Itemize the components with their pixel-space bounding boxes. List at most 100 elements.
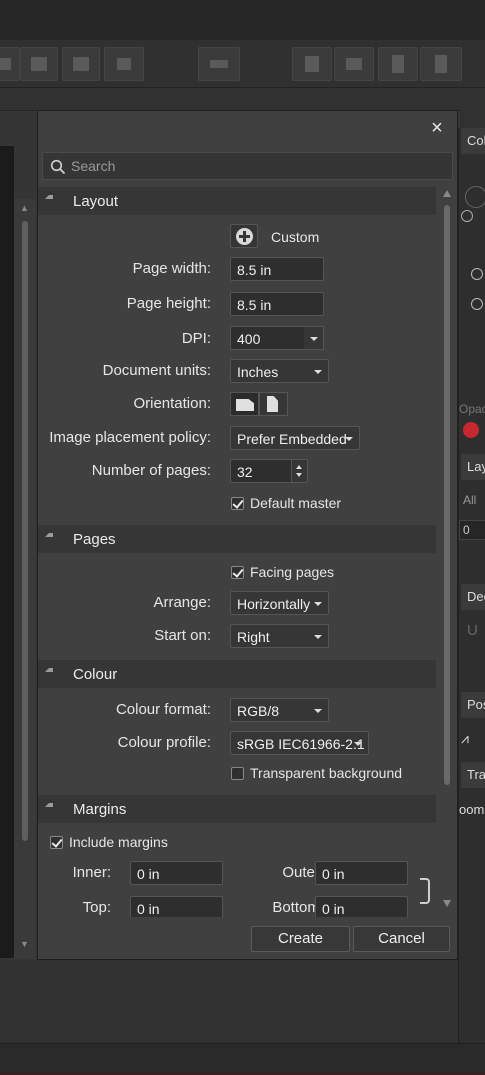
search-box[interactable] (42, 152, 453, 180)
default-master-checkbox[interactable] (231, 497, 244, 510)
toolbar-button[interactable] (104, 47, 144, 81)
chevron-down-icon (314, 602, 322, 606)
colour-format-select[interactable]: RGB/8 (230, 698, 329, 722)
default-master-label: Default master (250, 495, 342, 511)
landscape-page-icon (236, 399, 254, 411)
collapse-triangle-icon[interactable] (45, 533, 53, 537)
number-of-pages-field[interactable]: 32 (230, 459, 292, 483)
flip-vertical-button[interactable] (334, 47, 374, 81)
link-margins-icon[interactable] (420, 878, 430, 904)
opacity-field[interactable]: 0 (459, 520, 485, 540)
opacity-label: Opac (459, 402, 485, 416)
inner-margin-field[interactable]: 0 in (130, 861, 223, 885)
document-canvas[interactable] (0, 146, 14, 958)
section-title: Margins (73, 801, 127, 818)
colour-profile-value: sRGB IEC61966-2.1 (237, 736, 365, 752)
main-toolbar (0, 40, 485, 88)
search-input[interactable] (71, 156, 441, 176)
section-title: Layout (73, 193, 119, 210)
radio-button[interactable] (471, 268, 483, 280)
plus-icon (236, 228, 253, 245)
colour-wheel-icon[interactable] (465, 186, 485, 208)
scroll-down-icon[interactable] (443, 900, 451, 907)
scroll-up-icon[interactable] (443, 190, 451, 197)
arrange-label: Arrange: (153, 594, 211, 611)
toolbar-button[interactable] (0, 47, 20, 81)
collapse-triangle-icon[interactable] (45, 195, 53, 199)
inner-margin-label: Inner: (72, 864, 111, 881)
arrange-value: Horizontally (237, 596, 311, 612)
colour-swatch[interactable] (463, 422, 479, 438)
number-of-pages-label: Number of pages: (91, 462, 211, 479)
underline-label[interactable]: U (467, 622, 478, 639)
orientation-portrait-button[interactable] (259, 392, 288, 416)
chevron-up-icon[interactable] (296, 465, 302, 469)
chevron-down-icon (314, 370, 322, 374)
transparent-background-label: Transparent background (250, 765, 403, 781)
colour-profile-select[interactable]: sRGB IEC61966-2.1 (230, 731, 369, 755)
tab-colour[interactable]: Col (461, 128, 485, 154)
scroll-up-icon[interactable]: ▲ (20, 203, 29, 213)
add-preset-button[interactable] (230, 224, 258, 248)
arrange-select[interactable]: Horizontally (230, 591, 329, 615)
collapse-triangle-icon[interactable] (45, 803, 53, 807)
start-on-select[interactable]: Right (230, 624, 329, 648)
section-pages-header[interactable]: Pages (38, 525, 436, 553)
toolbar-button[interactable] (20, 47, 58, 81)
toolbar-button[interactable] (62, 47, 100, 81)
top-margin-field[interactable]: 0 in (130, 896, 223, 917)
toolbar-button[interactable] (420, 47, 462, 81)
section-title: Colour (73, 666, 118, 683)
scroll-thumb[interactable] (22, 221, 28, 841)
page-width-field[interactable]: 8.5 in (230, 257, 324, 281)
colour-profile-label: Colour profile: (117, 734, 211, 751)
section-layout-header[interactable]: Layout (38, 187, 436, 215)
image-placement-label: Image placement policy: (49, 429, 211, 446)
page-height-field[interactable]: 8.5 in (230, 292, 324, 316)
top-margin-label: Top: (82, 899, 111, 916)
transform-icon[interactable]: ⩘ (461, 730, 469, 747)
dpi-dropdown-button[interactable] (304, 326, 324, 350)
section-colour-header[interactable]: Colour (38, 660, 436, 688)
orientation-landscape-button[interactable] (230, 392, 259, 416)
dpi-label: DPI: (181, 330, 211, 347)
studio-panel: Col Opac Lay All 0 Dec U Pos ⩘ Tra oom (458, 128, 485, 1043)
chevron-down-icon (354, 742, 362, 746)
portrait-page-icon (267, 396, 278, 412)
cancel-button[interactable]: Cancel (353, 926, 450, 952)
image-placement-select[interactable]: Prefer Embedded (230, 426, 360, 450)
tab-position[interactable]: Pos (461, 692, 485, 718)
close-button[interactable]: × (427, 117, 447, 139)
tab-transform[interactable]: Tra (461, 762, 485, 788)
include-margins-checkbox[interactable] (50, 836, 63, 849)
tab-decoration[interactable]: Dec (461, 584, 485, 610)
scroll-down-icon[interactable]: ▼ (20, 939, 29, 949)
number-of-pages-stepper[interactable] (292, 459, 308, 483)
toolbar-button[interactable] (378, 47, 418, 81)
include-margins-label: Include margins (69, 834, 168, 850)
collapse-triangle-icon[interactable] (45, 668, 53, 672)
create-button[interactable]: Create (251, 926, 350, 952)
facing-pages-checkbox[interactable] (231, 566, 244, 579)
flip-horizontal-button[interactable] (292, 47, 332, 81)
section-margins-header[interactable]: Margins (38, 795, 436, 823)
align-button[interactable] (198, 47, 240, 81)
scroll-thumb[interactable] (444, 205, 450, 785)
bottom-margin-field[interactable]: 0 in (315, 896, 408, 917)
outer-margin-field[interactable]: 0 in (315, 861, 408, 885)
canvas-scrollbar[interactable]: ▲ ▼ (14, 199, 36, 959)
page-width-label: Page width: (132, 260, 211, 277)
facing-pages-label: Facing pages (250, 564, 335, 580)
dialog-scrollbar[interactable] (440, 187, 454, 917)
transparent-background-checkbox[interactable] (231, 767, 244, 780)
no-fill-icon[interactable] (461, 210, 473, 222)
dpi-field[interactable]: 400 (230, 326, 305, 350)
image-placement-value: Prefer Embedded (237, 431, 347, 447)
radio-button[interactable] (471, 298, 483, 310)
document-units-select[interactable]: Inches (230, 359, 329, 383)
settings-scroll-area: Layout Custom Page width: 8.5 in Page he… (38, 187, 459, 917)
document-units-label: Document units: (102, 362, 211, 379)
tab-layers[interactable]: Lay (461, 454, 485, 480)
chevron-down-icon[interactable] (296, 473, 302, 477)
zoom-label: oom (459, 802, 485, 817)
